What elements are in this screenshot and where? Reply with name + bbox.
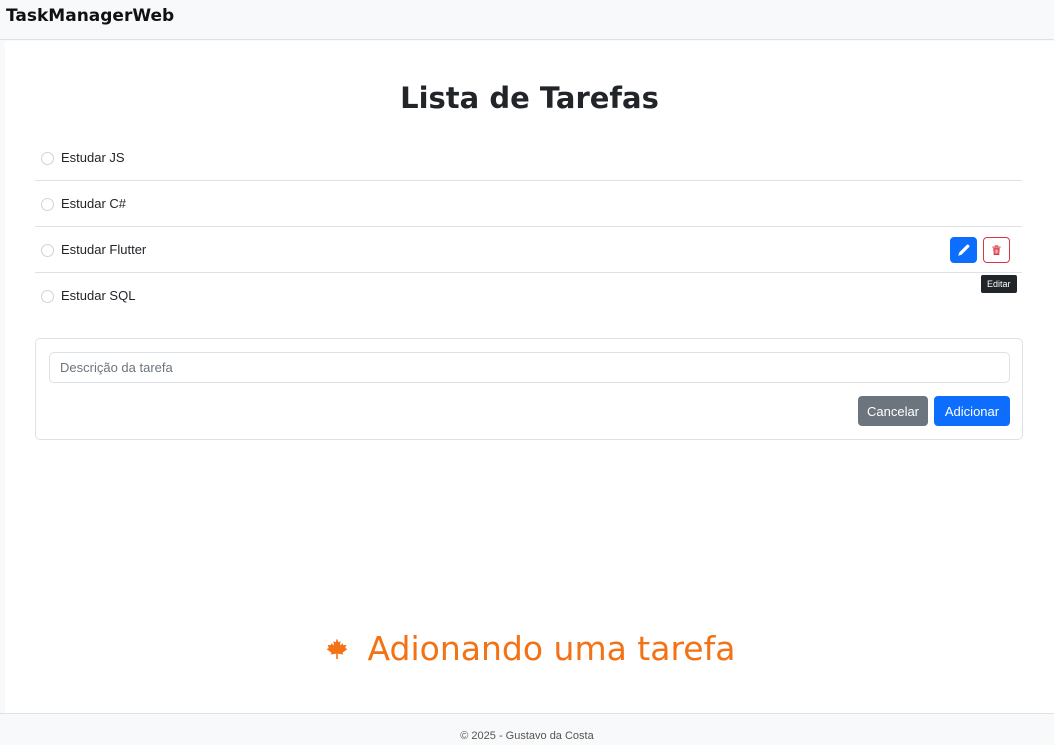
edit-tooltip: Editar [981,275,1017,293]
edit-button[interactable] [950,237,977,263]
page-title: Lista de Tarefas [400,81,659,115]
caption-text: Adionando uma tarefa [367,629,736,668]
task-radio[interactable] [41,244,54,257]
add-task-form: Cancelar Adicionar [35,338,1023,440]
navbar: TaskManagerWeb [0,0,1054,40]
task-radio[interactable] [41,290,54,303]
task-actions [950,237,1010,263]
cancel-button[interactable]: Cancelar [858,396,928,426]
brand-link[interactable]: TaskManagerWeb [6,6,174,26]
task-item: Estudar Flutter [35,227,1022,273]
footer: © 2025 - Gustavo da Costa [0,713,1054,745]
trash-icon [992,245,1001,255]
pencil-icon [958,244,970,256]
delete-button[interactable] [983,237,1010,263]
task-radio[interactable] [41,152,54,165]
task-list: Estudar JS Estudar C# Estudar Flutter Es… [35,135,1022,319]
caption: Adionando uma tarefa [5,629,1054,668]
task-description-input[interactable] [49,352,1010,383]
task-label: Estudar JS [61,150,125,165]
task-radio[interactable] [41,198,54,211]
task-label: Estudar Flutter [61,242,147,257]
task-item: Estudar JS [35,135,1022,181]
maple-leaf-icon [326,638,347,659]
add-button[interactable]: Adicionar [934,396,1010,426]
task-label: Estudar SQL [61,288,136,303]
task-item: Estudar C# [35,181,1022,227]
task-item: Estudar SQL [35,273,1022,319]
task-label: Estudar C# [61,196,127,211]
footer-text: © 2025 - Gustavo da Costa [460,729,594,742]
main-content: Lista de Tarefas Estudar JS Estudar C# E… [5,41,1054,713]
